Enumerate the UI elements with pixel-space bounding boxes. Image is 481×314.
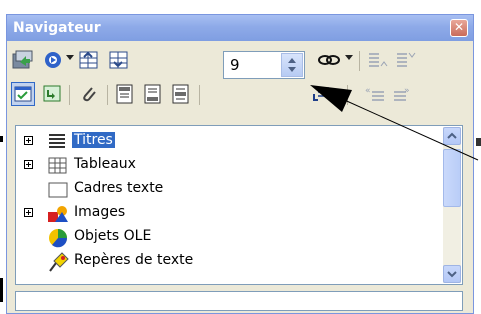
toolbar-separator — [107, 85, 108, 105]
spin-down-icon[interactable] — [288, 67, 296, 72]
demote-chapter-button[interactable]: » — [391, 82, 415, 106]
insert-icon — [43, 85, 61, 102]
demote-level-button[interactable] — [393, 48, 417, 72]
previous-icon — [79, 51, 98, 69]
spin-buttons[interactable] — [281, 53, 303, 77]
tree-item-label: Images — [74, 204, 126, 220]
promote-chapter-button[interactable]: « — [363, 82, 387, 106]
spin-up-icon[interactable] — [288, 58, 296, 63]
set-reminder-button[interactable] — [77, 82, 101, 106]
toolbar-separator — [359, 51, 360, 71]
expand-icon[interactable] — [24, 136, 33, 145]
toolbar-row-2: « » — [7, 77, 473, 111]
scroll-down-button[interactable] — [443, 265, 461, 283]
anchor-text-button[interactable] — [169, 82, 193, 106]
header-button[interactable] — [113, 82, 137, 106]
promote-chapter-icon: « — [365, 86, 384, 101]
tree-item-cadres-texte[interactable]: Cadres texte — [16, 178, 436, 202]
checkbox-list-icon — [14, 86, 32, 102]
tree-item-objets-ole[interactable]: Objets OLE — [16, 226, 436, 250]
heading-levels-spinbox[interactable]: 9 — [223, 51, 305, 79]
vertical-scrollbar[interactable] — [443, 127, 461, 283]
tree-item-label: Objets OLE — [74, 228, 152, 244]
list-box-toggle-button[interactable] — [11, 82, 35, 106]
text-frame-icon — [48, 182, 68, 198]
header-icon — [116, 84, 133, 104]
document-fragment — [0, 278, 3, 302]
tree-item-label: Repères de texte — [74, 252, 194, 268]
document-fragment — [476, 138, 481, 146]
table-icon — [48, 157, 67, 174]
link-icon — [318, 55, 340, 65]
scroll-thumb[interactable] — [443, 149, 461, 207]
footer-icon — [144, 84, 161, 104]
insert-button[interactable] — [41, 82, 65, 106]
promote-level-icon — [369, 53, 388, 67]
tree-item-label: Tableaux — [74, 156, 136, 172]
heading-levels-value[interactable]: 9 — [230, 56, 240, 74]
expand-icon[interactable] — [24, 208, 33, 217]
paperclip-icon — [83, 87, 96, 102]
chevron-down-icon[interactable] — [345, 55, 353, 60]
demote-level-icon — [397, 52, 416, 67]
expand-icon[interactable] — [24, 160, 33, 169]
navigation-button[interactable] — [41, 48, 65, 72]
toolbar-separator — [69, 85, 70, 105]
document-selector[interactable] — [15, 291, 463, 311]
navigation-circle-icon — [45, 52, 61, 68]
promote-level-button[interactable] — [365, 48, 389, 72]
document-fragment — [0, 136, 3, 142]
svg-text:»: » — [404, 86, 410, 96]
chapter-down-button[interactable] — [309, 82, 333, 106]
next-button[interactable] — [107, 48, 131, 72]
navigation-toggle-button[interactable] — [11, 48, 35, 72]
chapter-down-icon — [313, 87, 329, 101]
window-titlebar[interactable]: Navigateur ✕ — [7, 15, 473, 41]
tree-item-label: Titres — [72, 132, 115, 148]
footer-button[interactable] — [141, 82, 165, 106]
navigation-icon — [12, 50, 33, 69]
next-icon — [109, 51, 128, 69]
headings-icon — [49, 134, 65, 148]
demote-chapter-icon: » — [394, 86, 410, 101]
chevron-up-icon — [447, 132, 457, 139]
tree-item-label: Cadres texte — [74, 180, 164, 196]
toolbar-separator — [347, 85, 348, 105]
window-title: Navigateur — [13, 20, 101, 36]
chevron-down-icon — [447, 271, 457, 278]
content-tree[interactable]: Titres Tableaux Cadres texte Images Obje… — [15, 125, 463, 285]
chevron-down-icon[interactable] — [66, 55, 74, 60]
tree-item-reperes-de-texte[interactable]: Repères de texte — [16, 250, 436, 274]
tree-item-titres[interactable]: Titres — [16, 130, 436, 154]
drag-mode-button[interactable] — [317, 48, 341, 72]
bookmark-icon — [49, 252, 69, 272]
ole-objects-icon — [49, 229, 68, 248]
scroll-up-button[interactable] — [443, 127, 461, 145]
toolbar-separator — [199, 85, 200, 105]
previous-button[interactable] — [77, 48, 101, 72]
svg-text:«: « — [365, 86, 371, 96]
close-button[interactable]: ✕ — [450, 19, 468, 37]
images-icon — [48, 206, 68, 222]
anchor-text-icon — [172, 84, 189, 104]
tree-item-tableaux[interactable]: Tableaux — [16, 154, 436, 178]
tree-item-images[interactable]: Images — [16, 202, 436, 226]
navigator-window: Navigateur ✕ 9 « » Titres Tableaux Cadre… — [6, 14, 474, 314]
